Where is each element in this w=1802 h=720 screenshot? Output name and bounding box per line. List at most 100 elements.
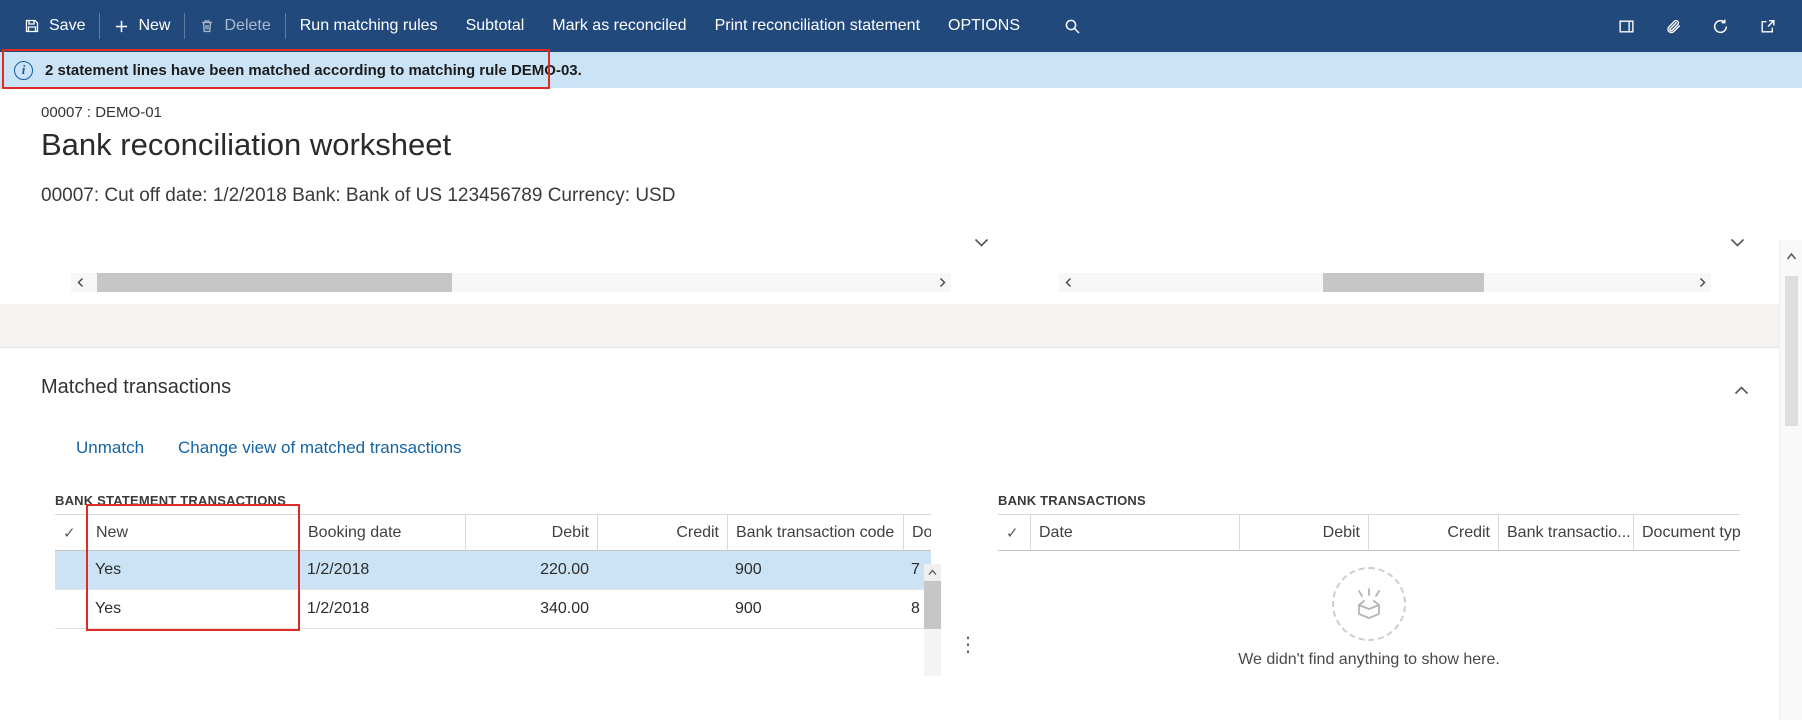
mark-as-reconciled-button[interactable]: Mark as reconciled: [538, 0, 700, 52]
delete-button[interactable]: Delete: [185, 0, 284, 52]
column-header-credit[interactable]: Credit: [597, 515, 727, 550]
cell-bank-transaction-code[interactable]: 900: [727, 551, 903, 589]
scroll-left-icon[interactable]: [71, 273, 89, 292]
chevron-down-icon[interactable]: [1730, 234, 1745, 252]
options-label: OPTIONS: [948, 17, 1021, 34]
cell-bank-transaction-code[interactable]: 900: [727, 590, 903, 628]
scroll-up-icon[interactable]: [1786, 240, 1797, 266]
collapsed-panel-left: [41, 230, 991, 292]
plus-icon: [114, 19, 129, 34]
column-header-bank-transaction[interactable]: Bank transactio...: [1498, 515, 1633, 550]
run-matching-rules-label: Run matching rules: [299, 17, 438, 34]
grid-vertical-scrollbar[interactable]: [924, 564, 941, 676]
run-matching-rules-button[interactable]: Run matching rules: [286, 0, 452, 52]
cell-booking-date[interactable]: 1/2/2018: [299, 551, 465, 589]
save-label: Save: [49, 17, 86, 34]
delete-label: Delete: [224, 17, 271, 34]
column-header-document-type[interactable]: Document type: [1633, 515, 1740, 550]
message-text: 2 statement lines have been matched acco…: [45, 61, 582, 79]
cell-debit[interactable]: 220.00: [465, 551, 597, 589]
select-all-check-icon[interactable]: ✓: [55, 515, 87, 550]
cell-booking-date[interactable]: 1/2/2018: [299, 590, 465, 628]
table: ✓ Date Debit Credit Bank transactio... D…: [998, 514, 1740, 551]
unmatch-link[interactable]: Unmatch: [76, 438, 144, 458]
table-header-row: ✓ Date Debit Credit Bank transactio... D…: [998, 514, 1740, 551]
more-options-icon[interactable]: ⋮: [958, 632, 978, 657]
collapsed-panel-right: [1057, 230, 1747, 292]
column-header-bank-transaction-code[interactable]: Bank transaction code: [727, 515, 903, 550]
record-id: 00007 : DEMO-01: [41, 104, 162, 121]
scroll-left-icon[interactable]: [1059, 273, 1077, 292]
row-selector-cell[interactable]: [55, 551, 87, 589]
matched-transactions-section: Matched transactions Unmatch Change view…: [0, 347, 1779, 720]
scrollbar-thumb[interactable]: [1323, 273, 1484, 292]
chevron-up-icon[interactable]: [1734, 382, 1749, 400]
scrollbar-thumb[interactable]: [924, 581, 941, 629]
section-actions: Unmatch Change view of matched transacti…: [76, 438, 462, 458]
save-button[interactable]: Save: [10, 0, 99, 52]
new-button[interactable]: New: [100, 0, 184, 52]
cell-debit[interactable]: 340.00: [465, 590, 597, 628]
popout-icon[interactable]: [1759, 18, 1776, 35]
select-all-check-icon[interactable]: ✓: [998, 515, 1030, 550]
scrollbar-track[interactable]: [1077, 273, 1693, 292]
new-label: New: [138, 17, 171, 34]
table-row[interactable]: Yes 1/2/2018 340.00 900 8: [55, 590, 931, 629]
paperclip-icon[interactable]: [1665, 18, 1682, 35]
search-button[interactable]: [1050, 0, 1095, 52]
horizontal-scrollbar[interactable]: [71, 273, 951, 292]
scroll-right-icon[interactable]: [1693, 273, 1711, 292]
scrollbar-thumb[interactable]: [97, 273, 452, 292]
scrollbar-track[interactable]: [89, 273, 933, 292]
command-bar: Save New Delete Run matching rules Subto…: [0, 0, 1802, 52]
scroll-up-icon[interactable]: [924, 564, 941, 581]
print-reconciliation-statement-label: Print reconciliation statement: [714, 17, 921, 34]
table: ✓ New Booking date Debit Credit Bank tra…: [55, 514, 931, 629]
empty-state-text: We didn't find anything to show here.: [1238, 651, 1500, 668]
bank-reconciliation-app: Save New Delete Run matching rules Subto…: [0, 0, 1802, 720]
search-icon: [1064, 18, 1081, 35]
cell-credit[interactable]: [597, 551, 727, 589]
table-row[interactable]: Yes 1/2/2018 220.00 900 7: [55, 551, 931, 590]
print-reconciliation-statement-button[interactable]: Print reconciliation statement: [701, 0, 934, 52]
bank-statement-transactions-grid: BANK STATEMENT TRANSACTIONS ✓ New Bookin…: [55, 493, 941, 676]
column-header-document[interactable]: Docu: [903, 515, 931, 550]
chevron-down-icon[interactable]: [974, 234, 989, 252]
page-header: 00007 : DEMO-01 Bank reconciliation work…: [0, 88, 1779, 207]
column-header-date[interactable]: Date: [1030, 515, 1239, 550]
empty-box-icon: [1332, 567, 1406, 641]
scroll-right-icon[interactable]: [933, 273, 951, 292]
column-header-booking-date[interactable]: Booking date: [299, 515, 465, 550]
side-panel-icon[interactable]: [1618, 18, 1635, 35]
cell-new[interactable]: Yes: [87, 551, 299, 589]
subtotal-button[interactable]: Subtotal: [452, 0, 539, 52]
refresh-icon[interactable]: [1712, 18, 1729, 35]
column-header-debit[interactable]: Debit: [465, 515, 597, 550]
change-view-link[interactable]: Change view of matched transactions: [178, 438, 462, 458]
horizontal-scrollbar[interactable]: [1059, 273, 1711, 292]
cell-credit[interactable]: [597, 590, 727, 628]
cell-new[interactable]: Yes: [87, 590, 299, 628]
row-selector-cell[interactable]: [55, 590, 87, 628]
table-header-row: ✓ New Booking date Debit Credit Bank tra…: [55, 514, 931, 551]
grid-caption: BANK TRANSACTIONS: [998, 493, 1146, 508]
grid-caption: BANK STATEMENT TRANSACTIONS: [55, 493, 286, 508]
section-title: Matched transactions: [41, 376, 232, 398]
subtotal-label: Subtotal: [465, 17, 525, 34]
trash-icon: [199, 18, 215, 34]
options-menu-button[interactable]: OPTIONS: [934, 0, 1034, 52]
save-icon: [24, 18, 40, 34]
column-header-debit[interactable]: Debit: [1239, 515, 1368, 550]
page-title: Bank reconciliation worksheet: [41, 127, 452, 162]
message-bar: i 2 statement lines have been matched ac…: [0, 52, 1802, 88]
mark-as-reconciled-label: Mark as reconciled: [552, 17, 687, 34]
scrollbar-track[interactable]: [924, 629, 941, 676]
column-header-new[interactable]: New: [87, 515, 299, 550]
column-header-credit[interactable]: Credit: [1368, 515, 1498, 550]
vertical-scrollbar[interactable]: [1779, 240, 1802, 720]
page-subtitle: 00007: Cut off date: 1/2/2018 Bank: Bank…: [41, 185, 676, 206]
section-gap: [0, 304, 1779, 347]
empty-state: We didn't find anything to show here.: [998, 567, 1740, 669]
bank-transactions-grid: BANK TRANSACTIONS ✓ Date Debit Credit Ba…: [998, 493, 1740, 669]
scrollbar-thumb[interactable]: [1784, 276, 1798, 426]
